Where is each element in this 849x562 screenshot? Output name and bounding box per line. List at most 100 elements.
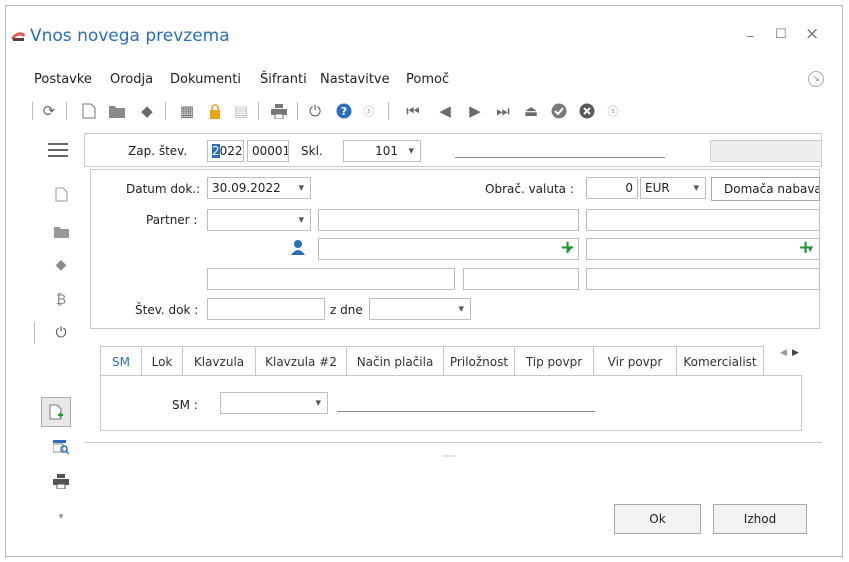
valuta-currency-value: EUR xyxy=(645,181,670,195)
tab-tip-povpr[interactable]: Tip povpr xyxy=(514,346,594,376)
menu-nastavitve[interactable]: Nastavitve xyxy=(320,72,390,87)
toolbar-separator xyxy=(388,102,389,120)
cancel-icon[interactable] xyxy=(578,102,596,120)
document-number-field[interactable]: 00001 xyxy=(247,140,289,162)
z-dne-dropdown[interactable] xyxy=(369,298,471,320)
power-icon[interactable]: ⏻ xyxy=(306,102,324,120)
stev-dok-field[interactable] xyxy=(207,298,325,320)
zap-stev-label: Zap. štev. xyxy=(128,144,188,158)
datum-value: 30.09.2022 xyxy=(212,181,281,195)
splitter-grip-icon[interactable]: ········ xyxy=(442,452,455,461)
header-right-field[interactable] xyxy=(710,140,822,162)
postal-field[interactable] xyxy=(463,268,579,290)
z-dne-label: z dne xyxy=(330,303,363,317)
sm-dropdown[interactable] xyxy=(220,392,328,414)
tab-content-panel xyxy=(100,375,802,431)
eraser-icon[interactable]: ◆ xyxy=(52,256,70,274)
add-contact-icon[interactable]: + xyxy=(560,239,575,257)
add-extra-icon[interactable]: + xyxy=(798,239,813,257)
chevron-down-icon[interactable]: ▾ xyxy=(52,508,70,526)
open-folder-icon[interactable] xyxy=(108,102,126,120)
menu-postavke[interactable]: Postavke xyxy=(34,72,92,87)
sm-underline xyxy=(337,411,595,412)
skl-dropdown[interactable]: 101 xyxy=(343,140,421,162)
eraser-icon[interactable]: ◆ xyxy=(138,102,156,120)
eject-icon[interactable]: ⏏ xyxy=(522,102,540,120)
tab-vir-povpr[interactable]: Vir povpr xyxy=(593,346,677,376)
grid-icon[interactable]: ▤ xyxy=(232,102,250,120)
next-record-icon[interactable]: ▶ xyxy=(466,102,484,120)
svg-text:?: ? xyxy=(341,105,347,118)
nabava-label: Domača nabava xyxy=(724,182,820,196)
valuta-label: Obrač. valuta : xyxy=(485,182,574,196)
app-logo-icon xyxy=(10,28,26,42)
sm-label: SM : xyxy=(172,398,198,412)
calculator-icon[interactable]: ▦ xyxy=(178,102,196,120)
menu-orodja[interactable]: Orodja xyxy=(110,72,153,87)
table-search-icon[interactable] xyxy=(52,438,70,456)
city-field[interactable] xyxy=(586,268,820,290)
tab-nacin-placila[interactable]: Način plačila xyxy=(346,346,444,376)
toolbar-separator xyxy=(258,102,259,120)
add-row-button[interactable] xyxy=(41,397,71,427)
confirm-icon[interactable] xyxy=(550,102,568,120)
nabava-button[interactable]: Domača nabava xyxy=(711,177,820,201)
menu-sifranti[interactable]: Šifranti xyxy=(260,72,307,87)
toolbar-separator xyxy=(297,102,298,120)
lock-icon[interactable] xyxy=(206,102,224,120)
collapse-ribbon-icon[interactable]: ↘ xyxy=(808,71,824,87)
last-record-icon[interactable]: ⏭ xyxy=(494,102,512,120)
year-field[interactable]: 2022 xyxy=(207,140,244,162)
close-button[interactable]: × xyxy=(805,24,819,44)
print-icon[interactable] xyxy=(52,472,70,490)
partner-extra-field[interactable] xyxy=(586,209,820,231)
tab-priloznost[interactable]: Priložnost xyxy=(443,346,515,376)
tab-komercialist[interactable]: Komercialist xyxy=(676,346,764,376)
valuta-currency-dropdown[interactable]: EUR xyxy=(640,177,706,199)
partner-name-field[interactable] xyxy=(318,209,579,231)
tab-scroll-left-icon[interactable]: ◀ xyxy=(780,348,787,358)
help-icon[interactable]: ? xyxy=(335,102,353,120)
address-field[interactable] xyxy=(207,268,455,290)
contact-extra-dropdown[interactable] xyxy=(586,238,820,260)
partner-label: Partner : xyxy=(146,213,198,227)
tab-klavzula[interactable]: Klavzula xyxy=(182,346,256,376)
toolbar-separator xyxy=(66,102,67,120)
toolbar-separator xyxy=(165,102,166,120)
skl-label: Skl. xyxy=(301,144,323,158)
izhod-button[interactable]: Izhod xyxy=(713,504,807,534)
expand-icon[interactable]: ⓢ xyxy=(360,102,378,120)
hamburger-menu-icon[interactable] xyxy=(48,143,68,157)
previous-record-icon[interactable]: ◀ xyxy=(436,102,454,120)
form-bottom-divider xyxy=(84,442,822,443)
refresh-icon[interactable]: ⟳ xyxy=(40,102,58,120)
minimize-button[interactable]: ‒ xyxy=(746,29,754,44)
ok-button[interactable]: Ok xyxy=(614,504,701,534)
datum-label: Datum dok.: xyxy=(126,182,201,196)
tab-sm[interactable]: SM xyxy=(100,346,142,377)
contact-dropdown[interactable] xyxy=(318,238,579,260)
new-document-icon[interactable] xyxy=(80,102,98,120)
window-title: Vnos novega prevzema xyxy=(30,26,230,46)
maximize-button[interactable]: ☐ xyxy=(775,27,787,42)
stev-dok-label: Štev. dok : xyxy=(135,303,199,317)
print-icon[interactable] xyxy=(270,102,288,120)
contact-person-icon[interactable] xyxy=(290,239,306,258)
tab-klavzula-2[interactable]: Klavzula #2 xyxy=(255,346,347,376)
partner-dropdown[interactable] xyxy=(207,209,311,231)
tab-scroll-right-icon[interactable]: ▶ xyxy=(792,348,799,358)
header-underline xyxy=(455,157,665,158)
menu-pomoc[interactable]: Pomoč xyxy=(406,72,449,87)
expand-icon[interactable]: ⓢ xyxy=(604,102,622,120)
power-icon[interactable]: ⏻ xyxy=(52,324,70,342)
valuta-amount-field[interactable]: 0 xyxy=(586,177,638,199)
datum-field[interactable]: 30.09.2022 xyxy=(207,177,311,199)
tab-lok[interactable]: Lok xyxy=(141,346,183,376)
currency-document-icon[interactable]: ₿ xyxy=(52,290,70,308)
new-document-icon[interactable] xyxy=(52,185,70,203)
menu-dokumenti[interactable]: Dokumenti xyxy=(170,72,241,87)
first-record-icon[interactable]: ⏮ xyxy=(404,102,422,120)
toolbar-separator xyxy=(32,102,33,120)
skl-value: 101 xyxy=(375,144,398,158)
open-folder-icon[interactable] xyxy=(52,222,70,240)
